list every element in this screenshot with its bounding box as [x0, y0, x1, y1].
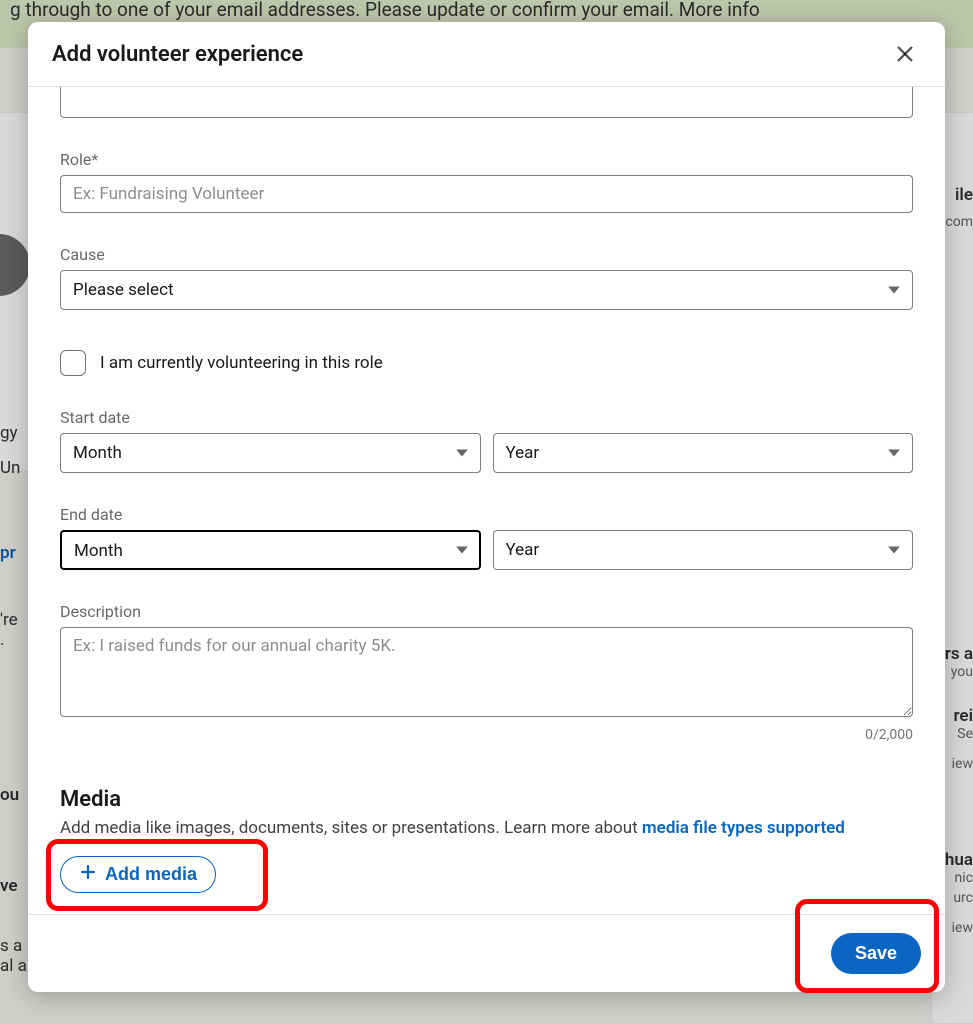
bg-fragment: al a: [0, 956, 27, 976]
media-heading: Media: [60, 787, 913, 812]
description-textarea[interactable]: [60, 627, 913, 717]
bg-fragment: pr: [0, 543, 16, 563]
media-description-text: Add media like images, documents, sites …: [60, 818, 642, 838]
save-button[interactable]: Save: [831, 933, 921, 974]
description-label: Description: [60, 602, 913, 621]
bg-fragment: ve: [0, 876, 18, 896]
bg-fragment: you: [951, 664, 973, 680]
modal-header: Add volunteer experience: [28, 22, 945, 87]
media-types-link[interactable]: media file types supported: [642, 818, 845, 838]
bg-fragment: hua: [945, 850, 973, 870]
bg-fragment: .: [0, 630, 4, 650]
bg-fragment: ile: [955, 185, 973, 205]
bg-fragment: iew: [952, 756, 973, 772]
close-button[interactable]: [889, 38, 921, 70]
bg-fragment: 're: [0, 610, 18, 630]
currently-volunteering-label: I am currently volunteering in this role: [100, 353, 383, 373]
plus-icon: [79, 863, 97, 886]
modal-body: Role* Cause Please select I am currently…: [28, 87, 945, 914]
add-media-label: Add media: [105, 864, 197, 885]
bg-fragment: nic: [955, 870, 973, 886]
description-char-counter: 0/2,000: [60, 727, 913, 743]
end-year-select[interactable]: Year: [493, 530, 914, 570]
add-media-button[interactable]: Add media: [60, 856, 216, 893]
bg-fragment: Un: [0, 458, 20, 478]
bg-fragment: rs a: [945, 644, 973, 664]
bg-fragment: s a: [0, 936, 22, 956]
modal-footer: Save: [28, 914, 945, 992]
start-year-select[interactable]: Year: [493, 433, 914, 473]
currently-volunteering-checkbox[interactable]: [60, 350, 86, 376]
bg-fragment: ou: [0, 785, 19, 805]
bg-fragment: urc: [953, 890, 973, 906]
end-month-select[interactable]: Month: [60, 530, 481, 570]
banner-text: g through to one of your email addresses…: [10, 0, 760, 21]
role-input[interactable]: [60, 175, 913, 213]
organization-input-partial[interactable]: [60, 87, 913, 118]
add-volunteer-modal: Add volunteer experience Role* Cause Ple…: [28, 22, 945, 992]
start-date-label: Start date: [60, 408, 913, 427]
bg-fragment: rei: [953, 706, 973, 726]
modal-title: Add volunteer experience: [52, 42, 303, 67]
role-label: Role*: [60, 150, 913, 169]
bg-fragment: com: [945, 214, 973, 230]
cause-select[interactable]: Please select: [60, 270, 913, 310]
cause-label: Cause: [60, 245, 913, 264]
start-month-select[interactable]: Month: [60, 433, 481, 473]
bg-fragment: gy: [0, 423, 18, 443]
close-icon: [893, 42, 917, 66]
bg-fragment: Se: [957, 726, 973, 742]
end-date-label: End date: [60, 505, 913, 524]
bg-fragment: iew: [952, 920, 973, 936]
media-description: Add media like images, documents, sites …: [60, 818, 913, 838]
